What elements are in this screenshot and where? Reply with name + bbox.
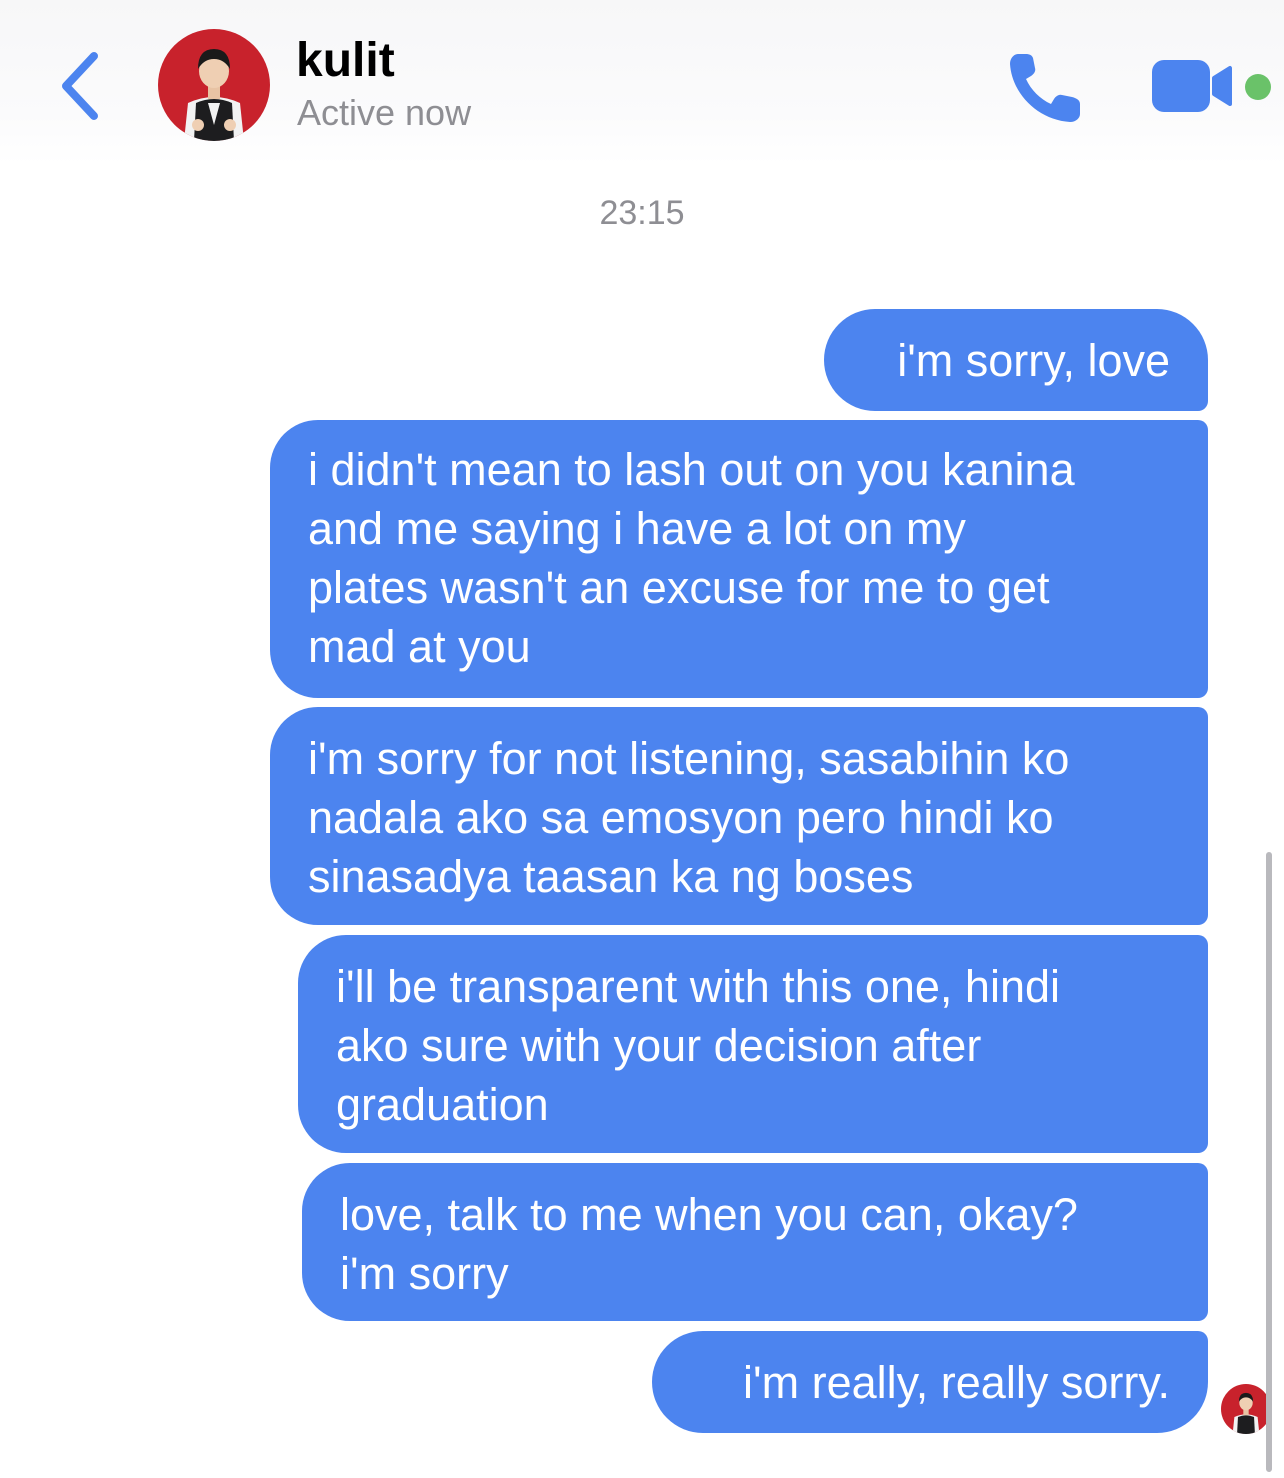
phone-icon	[1010, 54, 1080, 122]
chat-header: kulit Active now	[0, 0, 1284, 165]
scrollbar[interactable]	[1266, 852, 1272, 1472]
read-receipt-avatar	[1221, 1384, 1271, 1434]
message-bubble[interactable]: i'll be transparent with this one, hindi…	[298, 935, 1208, 1153]
active-status-dot	[1245, 74, 1271, 100]
back-button[interactable]	[50, 48, 110, 124]
video-call-button[interactable]	[1148, 56, 1240, 116]
contact-status: Active now	[297, 92, 472, 133]
avatar-image	[158, 29, 270, 141]
contact-name[interactable]: kulit	[296, 33, 395, 89]
chevron-left-icon	[62, 52, 98, 120]
message-bubble[interactable]: love, talk to me when you can, okay? i'm…	[302, 1163, 1208, 1321]
video-camera-icon	[1152, 60, 1232, 112]
message-bubble[interactable]: i'm really, really sorry.	[652, 1331, 1208, 1433]
chat-screen: kulit Active now 23:15 i'm sorry, love i…	[0, 0, 1284, 1478]
message-bubble[interactable]: i didn't mean to lash out on you kanina …	[270, 420, 1208, 698]
message-timestamp: 23:15	[599, 194, 685, 232]
message-bubble[interactable]: i'm sorry for not listening, sasabihin k…	[270, 707, 1208, 925]
message-bubble[interactable]: i'm sorry, love	[824, 309, 1208, 411]
contact-avatar[interactable]	[158, 29, 270, 141]
voice-call-button[interactable]	[1004, 48, 1088, 126]
